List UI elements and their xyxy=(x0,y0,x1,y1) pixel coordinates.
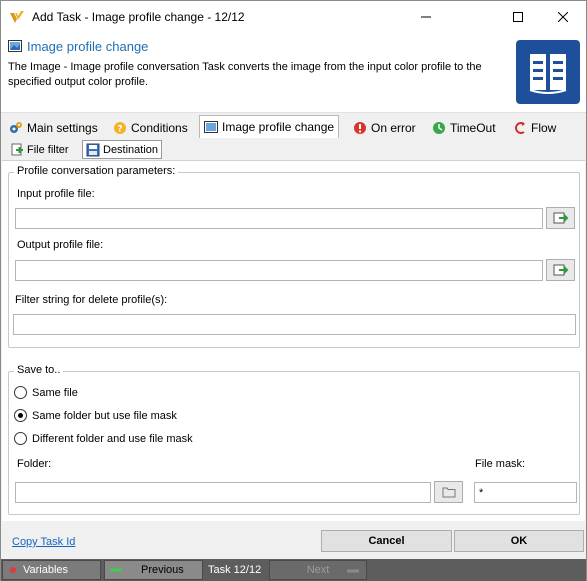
conditions-icon: ? xyxy=(114,121,126,134)
tab-label: Image profile change xyxy=(222,120,335,134)
input-profile-label: Input profile file: xyxy=(17,188,95,200)
radio-label: Different folder and use file mask xyxy=(32,432,193,445)
title-bar: Add Task - Image profile change - 12/12 xyxy=(1,1,586,33)
dialog-footer: Copy Task Id Cancel OK xyxy=(2,522,585,559)
open-file-icon xyxy=(553,264,568,276)
variables-label: Variables xyxy=(23,564,69,576)
tab-label: Main settings xyxy=(27,120,98,135)
task-description: The Image - Image profile conversation T… xyxy=(8,61,482,88)
radio-label: Same file xyxy=(32,386,78,399)
subtab-destination[interactable]: Destination xyxy=(82,140,163,159)
task-header: Image profile change The Image - Image p… xyxy=(1,33,586,113)
filter-string-field[interactable] xyxy=(13,314,576,335)
error-icon xyxy=(354,121,366,134)
image-icon xyxy=(204,121,218,133)
image-icon xyxy=(8,40,22,52)
tab-flow[interactable]: Flow xyxy=(509,117,560,138)
tab-label: Conditions xyxy=(131,120,188,135)
save-icon xyxy=(86,143,100,156)
add-task-window: Add Task - Image profile change - 12/12 … xyxy=(0,0,587,581)
copy-task-id-link[interactable]: Copy Task Id xyxy=(12,536,75,548)
window-title: Add Task - Image profile change - 12/12 xyxy=(32,10,245,24)
task-counter: Task 12/12 xyxy=(208,564,262,576)
radio-label: Same folder but use file mask xyxy=(32,409,177,422)
close-icon xyxy=(558,11,568,22)
timeout-icon xyxy=(433,121,445,134)
gears-icon xyxy=(10,121,22,133)
file-mask-field[interactable] xyxy=(474,482,577,503)
next-button[interactable]: Next xyxy=(269,560,367,580)
previous-button[interactable]: Previous xyxy=(104,560,203,580)
tab-label: On error xyxy=(371,120,416,135)
subtab-label: Destination xyxy=(103,143,159,156)
main-tabs: Main settings ? Conditions Image profile… xyxy=(1,115,586,138)
record-icon xyxy=(10,567,16,573)
filter-string-label: Filter string for delete profile(s): xyxy=(15,294,168,306)
tab-on-error[interactable]: On error xyxy=(349,117,420,138)
ok-button[interactable]: OK xyxy=(454,530,584,552)
variables-button[interactable]: Variables xyxy=(2,560,101,580)
sub-tabs: File filter Destination xyxy=(1,140,586,160)
tab-conditions[interactable]: ? Conditions xyxy=(109,117,192,138)
svg-text:?: ? xyxy=(117,124,122,134)
output-profile-field[interactable] xyxy=(15,260,543,281)
radio-indicator xyxy=(14,409,27,422)
maximize-icon xyxy=(513,11,523,22)
radio-indicator xyxy=(14,432,27,445)
tab-main-settings[interactable]: Main settings xyxy=(5,117,102,138)
folder-label: Folder: xyxy=(17,458,52,470)
tab-label: Flow xyxy=(531,120,557,135)
subtab-file-filter[interactable]: File filter xyxy=(7,140,72,159)
subtab-label: File filter xyxy=(27,143,69,156)
bottom-navigation-bar: Variables Previous Task 12/12 Next xyxy=(1,559,586,581)
arrow-right-icon xyxy=(347,569,359,573)
group-legend: Profile conversation parameters: xyxy=(14,165,179,177)
file-filter-icon xyxy=(11,143,23,155)
cancel-button[interactable]: Cancel xyxy=(321,530,452,552)
app-logo-icon xyxy=(10,11,24,23)
close-button[interactable] xyxy=(540,1,586,32)
radio-same-folder-mask[interactable]: Same folder but use file mask xyxy=(14,409,177,422)
group-legend: Save to.. xyxy=(14,364,64,376)
input-profile-field[interactable] xyxy=(15,208,543,229)
folder-icon xyxy=(442,487,455,498)
next-label: Next xyxy=(306,564,330,576)
minimize-button[interactable] xyxy=(403,1,449,32)
browse-input-profile-button[interactable] xyxy=(546,207,575,229)
document-icon xyxy=(516,40,580,104)
output-profile-label: Output profile file: xyxy=(17,239,104,251)
folder-field[interactable] xyxy=(15,482,431,503)
open-file-icon xyxy=(553,212,568,224)
browse-folder-button[interactable] xyxy=(434,481,463,503)
radio-different-folder-mask[interactable]: Different folder and use file mask xyxy=(14,432,193,445)
flow-icon xyxy=(515,121,525,134)
destination-panel: Profile conversation parameters: Input p… xyxy=(2,160,585,521)
file-mask-label: File mask: xyxy=(475,458,526,470)
arrow-left-icon xyxy=(110,568,122,572)
radio-same-file[interactable]: Same file xyxy=(14,386,78,399)
minimize-icon xyxy=(421,16,431,17)
task-title: Image profile change xyxy=(27,39,149,54)
tab-timeout[interactable]: TimeOut xyxy=(428,117,500,138)
tab-label: TimeOut xyxy=(450,120,496,135)
browse-output-profile-button[interactable] xyxy=(546,259,575,281)
tab-image-profile-change[interactable]: Image profile change xyxy=(199,115,340,138)
radio-indicator xyxy=(14,386,27,399)
previous-label: Previous xyxy=(141,564,184,576)
maximize-button[interactable] xyxy=(495,1,541,32)
